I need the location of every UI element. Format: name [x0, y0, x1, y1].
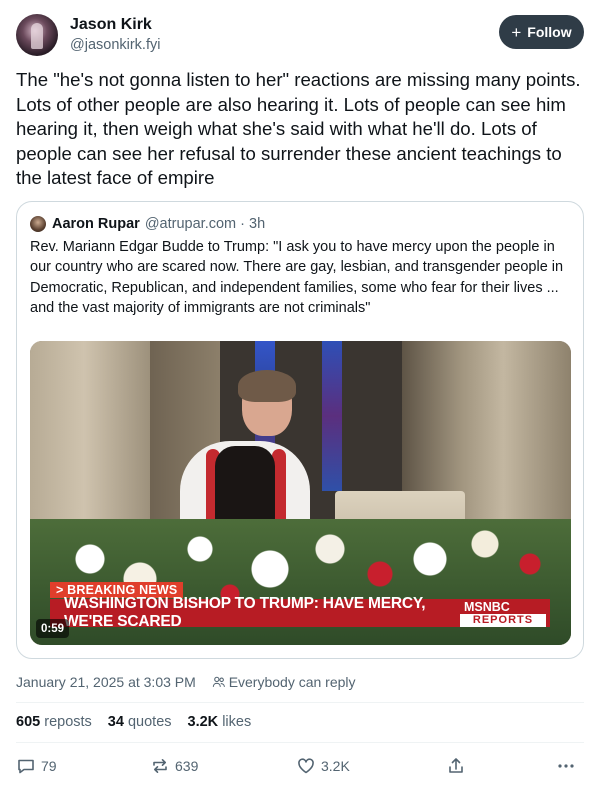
like-count: 3.2K: [321, 758, 350, 774]
follow-label: Follow: [527, 24, 572, 40]
reply-setting: Everybody can reply: [228, 674, 356, 690]
post-header: Jason Kirk @jasonkirk.fyi + Follow: [16, 14, 584, 58]
speaker-hair: [238, 370, 296, 402]
stained-glass-window: [322, 341, 342, 491]
network-name: MSNBC: [464, 600, 510, 614]
quotes-stat[interactable]: 34 quotes: [108, 714, 172, 730]
author-name[interactable]: Jason Kirk: [70, 16, 152, 34]
post-meta: January 21, 2025 at 3:03 PM Everybody ca…: [16, 674, 356, 690]
repost-icon: [153, 759, 167, 773]
reposts-count: 605: [16, 714, 41, 730]
quoted-post-header: Aaron Rupar @atrupar.com · 3h: [30, 215, 265, 233]
more-dots-icon: [558, 764, 574, 768]
reposts-label: reposts: [44, 714, 92, 730]
post-date[interactable]: January 21, 2025 at 3:03 PM: [16, 674, 196, 690]
reply-icon: [18, 759, 34, 774]
plus-icon: +: [511, 22, 522, 42]
quoted-post[interactable]: Aaron Rupar @atrupar.com · 3h Rev. Maria…: [16, 201, 584, 659]
network-subtitle: REPORTS: [460, 614, 546, 627]
heart-icon: [298, 758, 314, 774]
follow-button[interactable]: + Follow: [499, 15, 584, 49]
video-duration: 0:59: [36, 619, 70, 638]
like-button[interactable]: 3.2K: [296, 756, 350, 776]
more-options-button[interactable]: [556, 756, 576, 776]
author-avatar[interactable]: [16, 14, 58, 56]
quotes-label: quotes: [127, 714, 172, 730]
likes-label: likes: [222, 714, 252, 730]
share-icon: [449, 758, 463, 773]
video-player[interactable]: > BREAKING NEWS WASHINGTON BISHOP TO TRU…: [30, 341, 571, 645]
quoted-author-avatar: [30, 216, 46, 232]
action-bar: 79 639 3.2K: [16, 756, 584, 778]
reply-count: 79: [41, 758, 57, 774]
quoted-author-name: Aaron Rupar: [52, 216, 140, 232]
people-icon: [212, 676, 225, 687]
quoted-post-time: 3h: [249, 216, 266, 232]
repost-count: 639: [175, 758, 199, 774]
author-handle[interactable]: @jasonkirk.fyi: [70, 37, 160, 53]
post-text: The "he's not gonna listen to her" react…: [16, 69, 581, 188]
likes-count: 3.2K: [187, 714, 219, 730]
divider: [16, 702, 584, 703]
time-separator: ·: [236, 216, 250, 232]
reply-button[interactable]: 79: [16, 756, 57, 776]
divider: [16, 742, 584, 743]
network-logo: MSNBC REPORTS: [460, 599, 550, 627]
share-button[interactable]: [446, 756, 466, 776]
quoted-post-text: Rev. Mariann Edgar Budde to Trump: "I as…: [30, 239, 564, 316]
news-headline: WASHINGTON BISHOP TO TRUMP: HAVE MERCY, …: [50, 595, 460, 630]
quotes-count: 34: [107, 714, 124, 730]
likes-stat[interactable]: 3.2K likes: [188, 714, 252, 730]
repost-button[interactable]: 639: [150, 756, 198, 776]
quoted-author-handle: @atrupar.com: [144, 216, 237, 232]
post-stats: 605 reposts 34 quotes 3.2K likes: [16, 714, 251, 730]
meta-separator: [202, 674, 206, 690]
reposts-stat[interactable]: 605 reposts: [16, 714, 92, 730]
